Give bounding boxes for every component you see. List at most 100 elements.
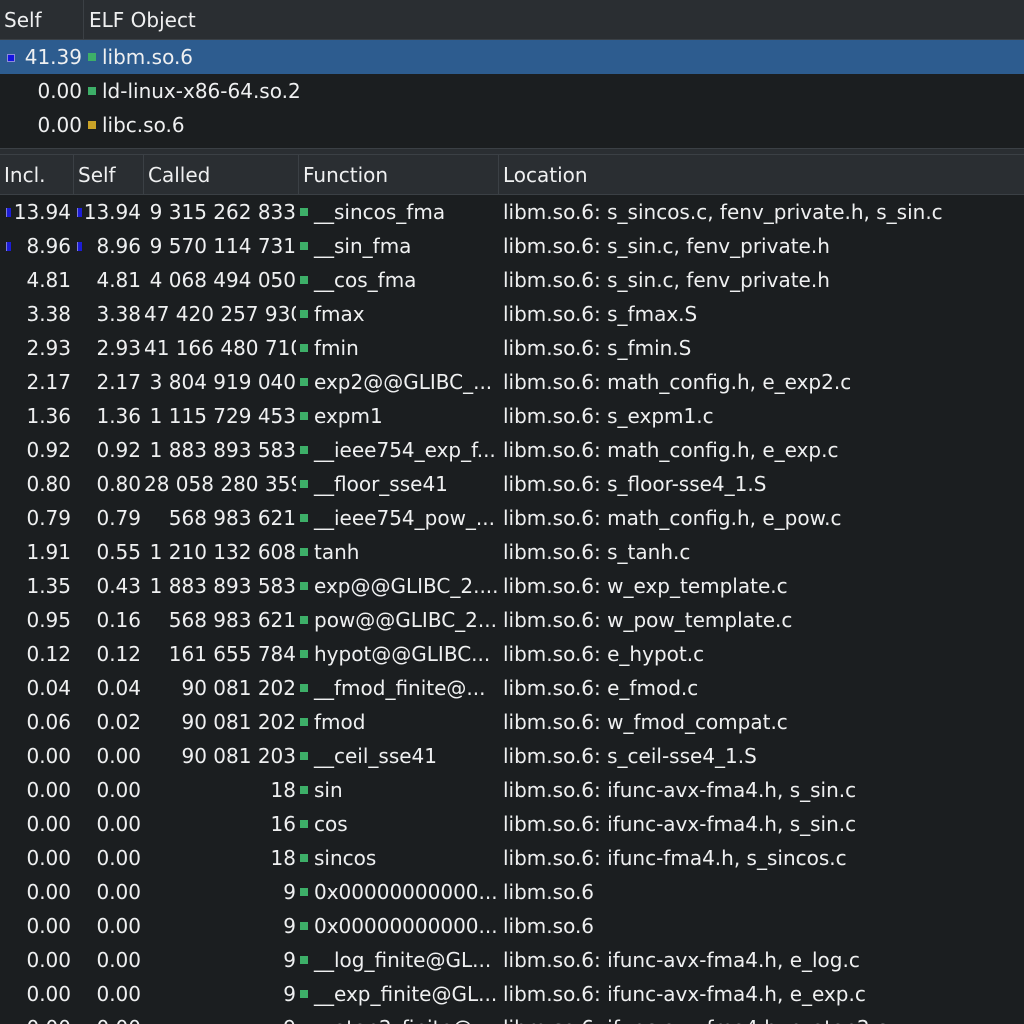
panel-splitter[interactable] [0,148,1024,155]
incl-value: 0.00 [0,1011,71,1024]
function-color-icon [300,785,308,794]
function-row[interactable]: 1.35 0.43 1 883 893 583 exp@@GLIBC_2.... lib… [0,569,1024,603]
function-color-icon [300,343,308,352]
self-value: 2.17 [96,370,141,394]
self-value: 8.96 [96,234,141,258]
function-row[interactable]: 0.00 0.00 16 cos libm.so.6: ifunc-avx-fma4.h… [0,807,1024,841]
function-row[interactable]: 0.000.009__atan2_finite@...libm.so.6: if… [0,1011,1024,1024]
called-value: 16 [270,812,296,836]
elf-object-row[interactable]: 41.39 libm.so.6 [0,40,1024,74]
function-color-icon [300,819,308,828]
function-cell: pow@@GLIBC_2... [300,603,500,637]
called-value: 9 570 114 731 [149,234,296,258]
location-value: libm.so.6: ifunc-avx-fma4.h, e_atan2.c [503,1011,1024,1024]
function-row[interactable]: 2.93 2.93 41 166 480 710 fmin libm.so.6: s_f… [0,331,1024,365]
function-name: __sincos_fma [314,200,446,224]
function-row[interactable]: 3.38 3.38 47 420 257 930 fmax libm.so.6: s_f… [0,297,1024,331]
function-row[interactable]: 8.96 8.96 9 570 114 731 __sin_fma libm.so.6:… [0,229,1024,263]
function-cell: fmax [300,297,500,331]
self-value: 0.12 [96,642,141,666]
self-value: 3.38 [96,302,141,326]
function-row[interactable]: 0.00 0.00 90 081 203 __ceil_sse41 libm.so.6:… [0,739,1024,773]
incl-value: 0.00 [26,744,71,768]
function-color-icon [300,887,308,896]
incl-value: 0.95 [26,608,71,632]
elf-object-cell: libc.so.6 [88,108,1018,142]
elf-object-row[interactable]: 0.00 libc.so.6 [0,108,1024,142]
incl-value: 2.93 [26,336,71,360]
function-row[interactable]: 0.00 0.00 9 __exp_finite@GL... libm.so.6: if… [0,977,1024,1011]
column-header-location[interactable]: Location [499,155,1024,195]
function-row[interactable]: 4.81 4.81 4 068 494 050 __cos_fma libm.so.6:… [0,263,1024,297]
function-color-icon [300,207,308,216]
function-color-icon [300,309,308,318]
location-value: libm.so.6: e_hypot.c [503,642,705,666]
function-color-icon [300,581,308,590]
called-value: 4 068 494 050 [149,268,296,292]
function-row[interactable]: 0.04 0.04 90 081 202 __fmod_finite@... libm.… [0,671,1024,705]
self-value: 4.81 [96,268,141,292]
function-row[interactable]: 0.00 0.00 18 sin libm.so.6: ifunc-avx-fma4.h… [0,773,1024,807]
called-value: 9 [283,914,296,938]
function-name: exp@@GLIBC_2.... [314,574,499,598]
called-value: 9 [283,982,296,1006]
function-color-icon [300,547,308,556]
location-value: libm.so.6 [503,914,595,938]
called-value: 47 420 257 930 [144,302,296,326]
incl-value: 2.17 [26,370,71,394]
function-name: fmin [314,336,359,360]
column-header-function[interactable]: Function [299,155,499,195]
function-row[interactable]: 0.00 0.00 9 __log_finite@GL... libm.so.6: if… [0,943,1024,977]
function-row[interactable]: 0.00 0.00 18 sincos libm.so.6: ifunc-fma4.h,… [0,841,1024,875]
function-row[interactable]: 1.91 0.55 1 210 132 608 tanh libm.so.6: s_ta… [0,535,1024,569]
function-name: exp2@@GLIBC_... [314,370,493,394]
function-name: __ieee754_exp_f... [314,438,496,462]
function-name: expm1 [314,404,383,428]
function-cell: hypot@@GLIBC... [300,637,500,671]
function-name: fmod [314,710,366,734]
function-cell: sin [300,773,500,807]
function-row[interactable]: 0.80 0.80 28 058 280 359 __floor_sse41 libm.… [0,467,1024,501]
elf-object-name: libc.so.6 [102,113,185,137]
function-row[interactable]: 13.94 13.94 9 315 262 833 __sincos_fma libm.… [0,195,1024,229]
column-header-elf-object[interactable]: ELF Object [85,0,1024,40]
column-header-self[interactable]: Self [0,0,84,40]
function-row[interactable]: 1.36 1.36 1 115 729 453 expm1 libm.so.6: s_e… [0,399,1024,433]
function-row[interactable]: 0.92 0.92 1 883 893 583 __ieee754_exp_f... l… [0,433,1024,467]
location-value: libm.so.6: s_sincos.c, fenv_private.h, s… [503,200,943,224]
function-row[interactable]: 0.12 0.12 161 655 784 hypot@@GLIBC... libm.s… [0,637,1024,671]
function-name: 0x00000000000... [314,914,498,938]
function-name: sincos [314,846,377,870]
incl-value: 0.80 [26,472,71,496]
incl-value: 1.91 [26,540,71,564]
function-name: __ieee754_pow_... [314,506,496,530]
function-row[interactable]: 0.00 0.00 9 0x00000000000... libm.so.6 [0,909,1024,943]
function-cell: __floor_sse41 [300,467,500,501]
incl-value: 8.96 [26,234,71,258]
function-row[interactable]: 2.17 2.17 3 804 919 040 exp2@@GLIBC_... libm… [0,365,1024,399]
function-cell: __sin_fma [300,229,500,263]
location-value: libm.so.6: ifunc-avx-fma4.h, s_sin.c [503,778,857,802]
self-value: 2.93 [96,336,141,360]
incl-value: 0.00 [26,880,71,904]
column-header-self[interactable]: Self [74,155,144,195]
elf-object-row[interactable]: 0.00 ld-linux-x86-64.so.2 [0,74,1024,108]
function-row[interactable]: 0.95 0.16 568 983 621 pow@@GLIBC_2... libm.s… [0,603,1024,637]
function-name: __atan2_finite@... [314,1016,492,1024]
column-header-called[interactable]: Called [144,155,299,195]
elf-object-list: 41.39 libm.so.6 0.00 ld-linux-x86-64.so.2 0.… [0,40,1024,148]
called-value: 90 081 203 [181,744,296,768]
function-row[interactable]: 0.79 0.79 568 983 621 __ieee754_pow_... libm… [0,501,1024,535]
self-value: 0.00 [96,812,141,836]
column-header-incl[interactable]: Incl. [0,155,74,195]
self-value: 0.79 [96,506,141,530]
function-color-icon [300,955,308,964]
function-row[interactable]: 0.00 0.00 9 0x00000000000... libm.so.6 [0,875,1024,909]
elf-object-name: ld-linux-x86-64.so.2 [102,79,301,103]
incl-value: 0.00 [26,914,71,938]
function-list-panel: Incl. Self Called Function Location 13.9… [0,155,1024,1024]
location-value: libm.so.6: w_fmod_compat.c [503,710,788,734]
location-value: libm.so.6: s_tanh.c [503,540,691,564]
function-row[interactable]: 0.06 0.02 90 081 202 fmod libm.so.6: w_fmod_… [0,705,1024,739]
function-color-icon [300,853,308,862]
